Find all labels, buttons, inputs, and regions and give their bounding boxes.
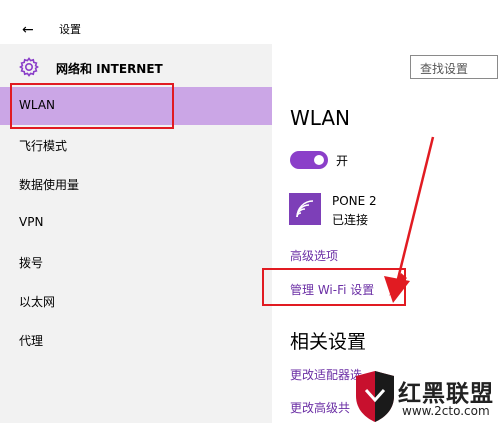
sidebar-item-proxy[interactable]: 代理 — [0, 321, 272, 359]
sidebar-item-airplane-mode[interactable]: 飞行模式 — [0, 126, 272, 164]
sidebar-item-label: 拨号 — [19, 256, 44, 270]
sidebar-item-data-usage[interactable]: 数据使用量 — [0, 165, 272, 203]
sidebar-item-label: VPN — [19, 215, 44, 229]
sidebar-item-ethernet[interactable]: 以太网 — [0, 282, 272, 320]
sidebar-item-label: 飞行模式 — [19, 139, 68, 153]
watermark-brand: 红黑联盟 — [398, 381, 494, 407]
network-tile[interactable] — [289, 193, 321, 225]
manage-wifi-highlight-box — [262, 268, 406, 306]
search-input[interactable]: 查找设置 — [410, 55, 498, 79]
wifi-toggle[interactable] — [290, 151, 328, 169]
sidebar-item-dialup[interactable]: 拨号 — [0, 243, 272, 281]
title-bar: ← 设置 — [0, 0, 500, 44]
category-title: 网络和 INTERNET — [56, 62, 163, 76]
watermark-url: www.2cto.com — [402, 404, 490, 418]
category-header: 网络和 INTERNET — [18, 56, 258, 78]
wifi-icon — [296, 200, 314, 218]
page-title: WLAN — [290, 106, 351, 130]
network-status: 已连接 — [332, 213, 369, 227]
wlan-highlight-box — [10, 83, 174, 129]
sidebar-item-label: 代理 — [19, 334, 44, 348]
sidebar-item-vpn[interactable]: VPN — [0, 204, 272, 242]
network-name: PONE 2 — [332, 194, 377, 208]
related-settings-title: 相关设置 — [290, 331, 367, 353]
back-arrow-icon[interactable]: ← — [22, 23, 34, 37]
toggle-knob — [314, 155, 324, 165]
gear-icon — [19, 57, 39, 77]
change-advanced-sharing-link[interactable]: 更改高级共 — [290, 399, 350, 416]
advanced-options-link[interactable]: 高级选项 — [290, 247, 338, 264]
toggle-state-label: 开 — [336, 154, 349, 168]
watermark: 红黑联盟 www.2cto.com — [352, 370, 500, 423]
window-title: 设置 — [59, 23, 81, 36]
sidebar-item-label: 以太网 — [19, 295, 56, 309]
shield-logo-icon — [356, 371, 394, 422]
search-placeholder: 查找设置 — [420, 62, 469, 76]
sidebar-item-label: 数据使用量 — [19, 178, 80, 192]
